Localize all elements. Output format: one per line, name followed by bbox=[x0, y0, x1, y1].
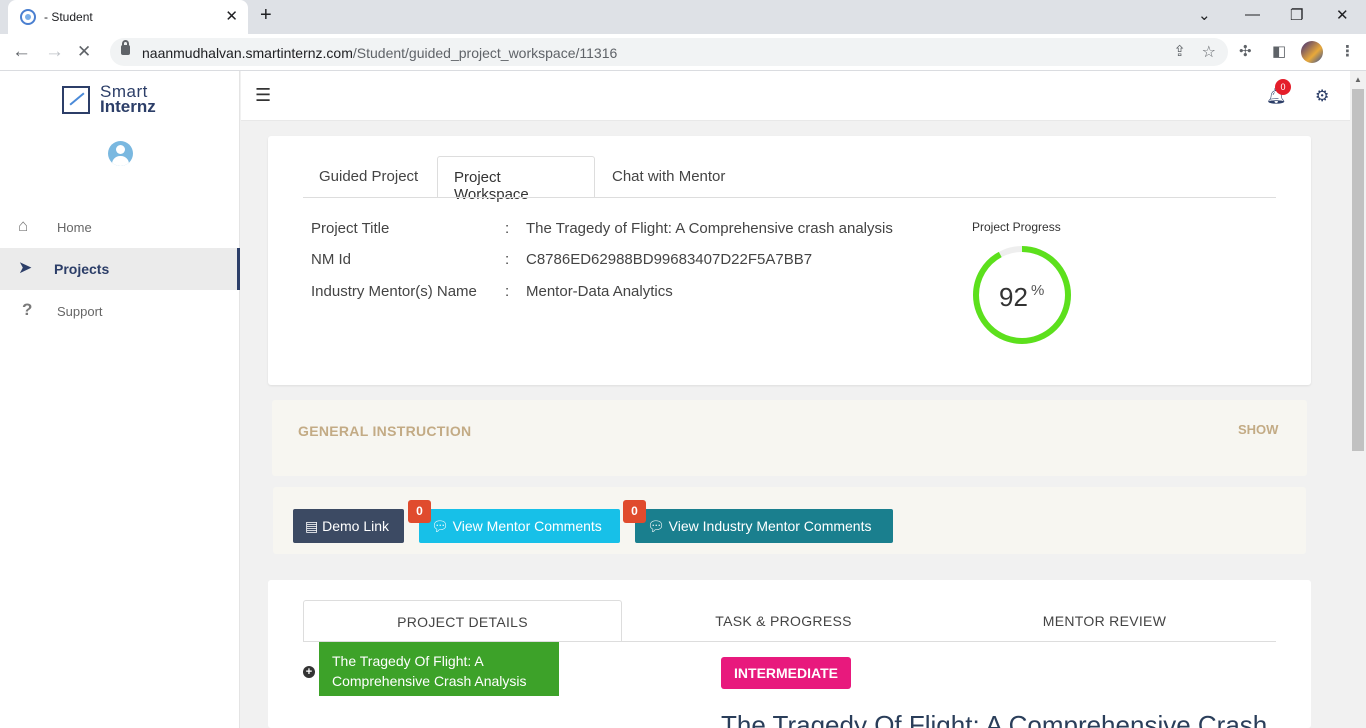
tab-chat-with-mentor[interactable]: Chat with Mentor bbox=[596, 156, 741, 198]
sidebar-item-label: Support bbox=[57, 304, 103, 319]
hamburger-menu-icon[interactable]: ☰ bbox=[255, 85, 271, 106]
general-instruction-title: GENERAL INSTRUCTION bbox=[298, 423, 472, 439]
comment-icon: 💬︎ bbox=[647, 518, 665, 534]
window-close-icon[interactable]: ✕ bbox=[1336, 6, 1349, 24]
mentor-name-value: Mentor-Data Analytics bbox=[526, 283, 673, 300]
profile-avatar[interactable] bbox=[1301, 41, 1323, 63]
project-name-box[interactable]: The Tragedy Of Flight: A Comprehensive C… bbox=[319, 642, 559, 696]
mentor-comments-count: 0 bbox=[408, 500, 431, 523]
view-mentor-comments-button[interactable]: 💬︎ View Mentor Comments bbox=[419, 509, 620, 543]
browser-tab-title: - Student bbox=[44, 10, 93, 24]
nm-id-value: C8786ED62988BD99683407D22F5A7BB7 bbox=[526, 251, 813, 268]
tab-mentor-review[interactable]: MENTOR REVIEW bbox=[944, 600, 1265, 642]
brand-line2: Internz bbox=[100, 97, 156, 116]
project-title-value: The Tragedy of Flight: A Comprehensive c… bbox=[526, 220, 893, 237]
new-tab-icon[interactable]: + bbox=[260, 4, 272, 27]
mentor-name-label: Industry Mentor(s) Name bbox=[311, 283, 477, 300]
forward-icon[interactable]: → bbox=[45, 41, 64, 63]
comment-icon: 💬︎ bbox=[431, 518, 449, 534]
view-industry-mentor-comments-button[interactable]: 💬︎ View Industry Mentor Comments bbox=[635, 509, 893, 543]
tab-project-workspace[interactable]: Project Workspace bbox=[437, 156, 595, 203]
sidebar-item-projects[interactable]: ➤ Projects bbox=[0, 248, 240, 290]
favicon-icon bbox=[20, 9, 36, 25]
tab-divider bbox=[303, 197, 1276, 198]
demo-link-button[interactable]: ▤ Demo Link bbox=[293, 509, 404, 543]
demo-link-label: Demo Link bbox=[322, 518, 390, 534]
sidebar-item-label: Projects bbox=[54, 261, 110, 277]
scroll-up-icon[interactable]: ▲ bbox=[1354, 75, 1362, 84]
restore-icon[interactable]: ❐ bbox=[1290, 6, 1303, 24]
share-icon[interactable]: ⇪ bbox=[1173, 42, 1186, 60]
back-icon[interactable]: ← bbox=[12, 41, 31, 63]
extensions-icon[interactable]: ✣ bbox=[1239, 42, 1252, 60]
project-heading: The Tragedy Of Flight: A Comprehensive C… bbox=[721, 710, 1268, 728]
sidebar-item-support[interactable]: ? Support bbox=[0, 290, 240, 332]
logo-mark-icon bbox=[62, 86, 90, 114]
user-avatar[interactable] bbox=[108, 141, 133, 166]
page-scrollbar[interactable]: ▲ bbox=[1350, 71, 1366, 728]
view-mentor-comments-label: View Mentor Comments bbox=[452, 518, 602, 534]
tab-project-details[interactable]: PROJECT DETAILS bbox=[303, 600, 622, 642]
address-bar[interactable]: naanmudhalvan.smartinternz.com/Student/g… bbox=[110, 38, 1228, 66]
project-title-label: Project Title bbox=[311, 220, 390, 237]
minimize-icon[interactable]: — bbox=[1245, 6, 1260, 23]
info-colon: : bbox=[505, 251, 510, 268]
tab-guided-project[interactable]: Guided Project bbox=[303, 156, 434, 198]
progress-label: Project Progress bbox=[972, 220, 1061, 234]
top-bar bbox=[241, 71, 1350, 121]
bookmark-star-icon[interactable]: ☆ bbox=[1202, 42, 1216, 62]
info-colon: : bbox=[505, 220, 510, 237]
tab-task-progress[interactable]: TASK & PROGRESS bbox=[623, 600, 944, 642]
nm-id-label: NM Id bbox=[311, 251, 352, 268]
url-text: naanmudhalvan.smartinternz.com/Student/g… bbox=[142, 45, 618, 61]
browser-tab[interactable]: - Student ✕ bbox=[8, 0, 248, 34]
close-tab-icon[interactable]: ✕ bbox=[225, 7, 238, 25]
file-icon: ▤ bbox=[305, 518, 319, 534]
expand-plus-icon[interactable]: + bbox=[303, 666, 315, 678]
side-panel-icon[interactable]: ◧ bbox=[1272, 42, 1286, 60]
sidebar bbox=[0, 71, 240, 728]
scrollbar-thumb[interactable] bbox=[1352, 89, 1364, 451]
show-toggle[interactable]: SHOW bbox=[1238, 422, 1278, 437]
gear-icon[interactable]: ⚙ bbox=[1315, 86, 1329, 106]
home-icon: ⌂ bbox=[18, 216, 29, 235]
paper-plane-icon: ➤ bbox=[18, 258, 33, 277]
view-industry-mentor-comments-label: View Industry Mentor Comments bbox=[668, 518, 872, 534]
lock-icon bbox=[121, 40, 130, 55]
progress-value: 92 bbox=[999, 282, 1028, 312]
menu-dots-icon[interactable]: ⋮ bbox=[1340, 42, 1355, 60]
level-badge: INTERMEDIATE bbox=[721, 657, 851, 689]
sidebar-item-label: Home bbox=[57, 220, 92, 235]
notification-badge: 0 bbox=[1275, 79, 1291, 95]
progress-percent-sign: % bbox=[1031, 282, 1045, 299]
industry-comments-count: 0 bbox=[623, 500, 646, 523]
stop-loading-icon[interactable]: ✕ bbox=[77, 42, 91, 62]
sidebar-item-home[interactable]: ⌂ Home bbox=[0, 206, 240, 248]
question-icon: ? bbox=[22, 300, 33, 319]
tab-search-icon[interactable]: ⌄ bbox=[1198, 6, 1211, 24]
info-colon: : bbox=[505, 283, 510, 300]
